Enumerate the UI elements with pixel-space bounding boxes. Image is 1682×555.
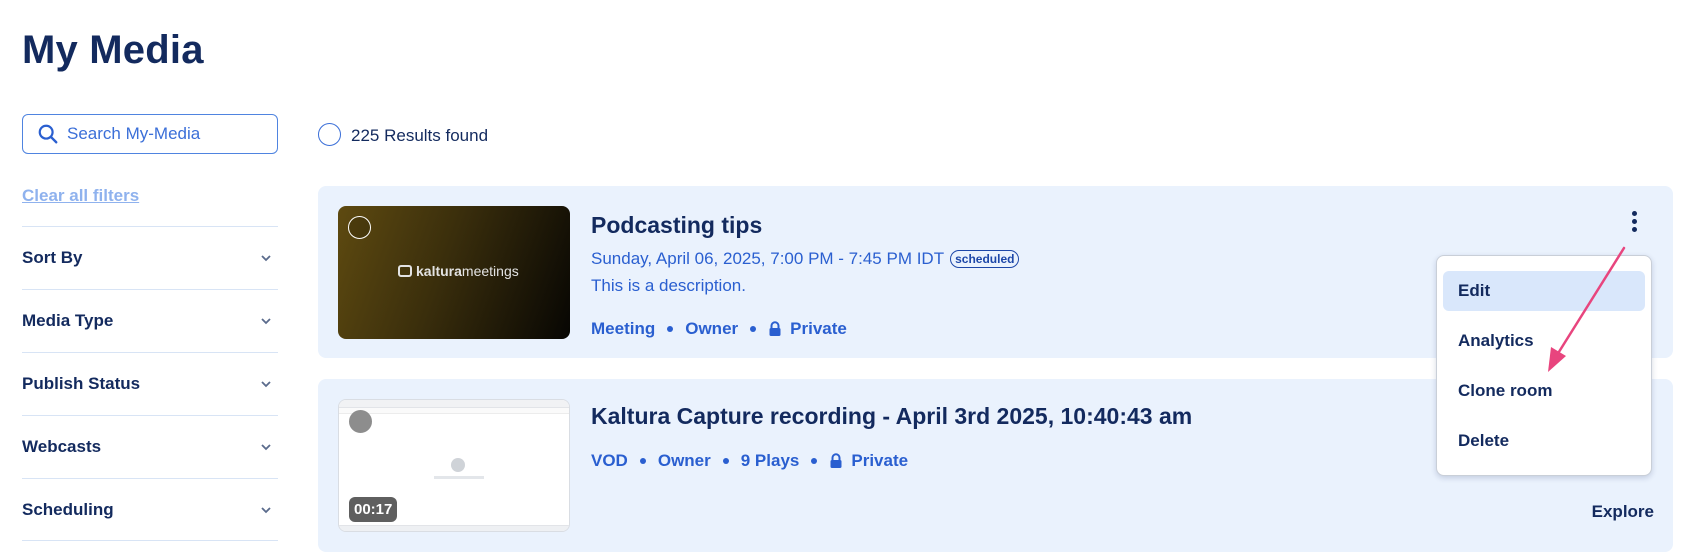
menu-item-delete[interactable]: Delete xyxy=(1443,421,1645,461)
schedule-text: Sunday, April 06, 2025, 7:00 PM - 7:45 P… xyxy=(591,249,945,268)
media-thumbnail[interactable]: 00:17 xyxy=(338,399,570,532)
lock-icon xyxy=(830,453,842,468)
meta-separator xyxy=(750,326,757,332)
meta-separator xyxy=(639,458,646,464)
thumbnail-taskbar xyxy=(339,525,569,531)
kaltura-meetings-logo: kaltura meetings xyxy=(398,263,519,279)
filter-scheduling[interactable]: Scheduling xyxy=(22,478,278,541)
filter-publish-status[interactable]: Publish Status xyxy=(22,352,278,415)
meta-type: Meeting xyxy=(591,319,656,338)
filter-label: Scheduling xyxy=(22,499,114,519)
meta-role: Owner xyxy=(657,451,711,470)
more-vertical-dot xyxy=(1631,218,1637,224)
brand-rest: meetings xyxy=(461,263,519,279)
actions-dropdown-menu: Edit Analytics Clone room Delete xyxy=(1436,255,1652,476)
lock-icon xyxy=(769,321,781,336)
kaltura-logo-icon xyxy=(398,265,412,277)
chevron-down-icon xyxy=(261,318,271,325)
filter-label: Webcasts xyxy=(22,437,102,456)
more-vertical-icon xyxy=(1631,210,1637,216)
entry-select-checkbox[interactable] xyxy=(348,216,371,239)
search-input[interactable] xyxy=(67,124,267,144)
more-vertical-dot xyxy=(1631,226,1637,232)
menu-item-edit[interactable]: Edit xyxy=(1443,271,1645,311)
media-description: This is a description. xyxy=(591,276,746,295)
search-box[interactable] xyxy=(22,114,278,154)
clear-all-filters-link[interactable]: Clear all filters xyxy=(22,186,139,206)
filter-webcasts[interactable]: Webcasts xyxy=(22,415,278,478)
meta-separator xyxy=(667,326,674,332)
explore-button[interactable]: Explore xyxy=(1576,502,1654,522)
filter-media-type[interactable]: Media Type xyxy=(22,289,278,352)
select-all-checkbox[interactable] xyxy=(318,123,341,146)
page-title: My Media xyxy=(22,28,204,72)
meta-separator xyxy=(811,458,818,464)
thumbnail-browser-bar xyxy=(339,408,569,414)
meta-privacy: Private xyxy=(851,451,909,470)
filter-label: Sort By xyxy=(22,248,83,267)
status-badge: scheduled xyxy=(950,250,1020,268)
thumbnail-graphic xyxy=(434,476,484,479)
meta-privacy: Private xyxy=(790,319,847,338)
meta-type: VOD xyxy=(591,451,628,470)
filter-label: Media Type xyxy=(22,311,114,330)
meta-plays: 9 Plays xyxy=(740,451,800,470)
chevron-down-icon xyxy=(261,381,271,388)
search-icon xyxy=(38,124,58,144)
thumbnail-graphic xyxy=(451,458,465,472)
media-meta: Meeting Owner Private xyxy=(591,319,847,339)
media-title[interactable]: Podcasting tips xyxy=(591,212,762,239)
more-actions-button[interactable] xyxy=(1620,204,1648,238)
filter-list: Sort By Media Type Publish Status Webcas… xyxy=(22,226,278,541)
menu-item-analytics[interactable]: Analytics xyxy=(1443,321,1645,361)
meta-separator xyxy=(722,458,729,464)
meta-role: Owner xyxy=(685,319,739,338)
chevron-down-icon xyxy=(261,255,271,262)
entry-select-checkbox[interactable] xyxy=(349,410,372,433)
media-schedule: Sunday, April 06, 2025, 7:00 PM - 7:45 P… xyxy=(591,249,1020,269)
brand-bold: kaltura xyxy=(416,263,462,279)
menu-item-clone-room[interactable]: Clone room xyxy=(1443,371,1645,411)
thumbnail-browser-bar xyxy=(339,400,569,408)
chevron-down-icon xyxy=(261,444,271,451)
results-count: 225 Results found xyxy=(351,126,489,145)
duration-badge: 00:17 xyxy=(349,497,398,522)
filter-label: Publish Status xyxy=(22,374,141,393)
chevron-down-icon xyxy=(261,506,271,513)
media-meta: VOD Owner 9 Plays Private xyxy=(591,451,908,471)
media-thumbnail[interactable]: kaltura meetings xyxy=(338,206,570,339)
media-title[interactable]: Kaltura Capture recording - April 3rd 20… xyxy=(591,403,1192,430)
filter-sort-by[interactable]: Sort By xyxy=(22,226,278,289)
